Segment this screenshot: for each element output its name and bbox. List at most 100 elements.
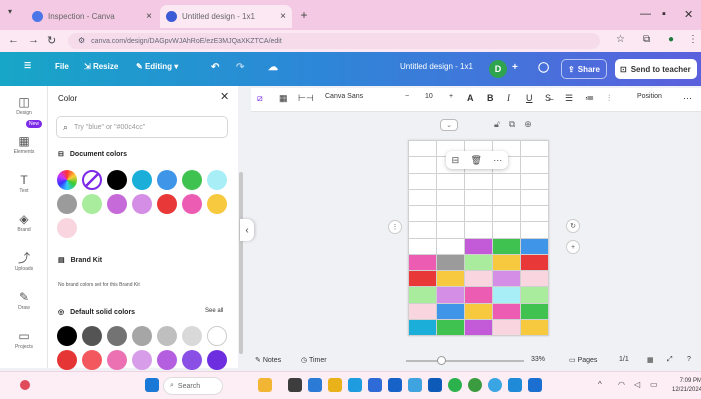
table-cell[interactable]	[520, 139, 549, 158]
table-cell[interactable]	[464, 188, 493, 207]
see-all-link[interactable]: See all	[205, 308, 223, 314]
store-icon[interactable]	[368, 378, 382, 392]
rail-item-draw[interactable]: ✎ Draw	[0, 291, 48, 311]
document-color-swatch[interactable]	[182, 194, 202, 214]
default-color-swatch[interactable]	[132, 326, 152, 346]
table-cell[interactable]	[492, 286, 521, 304]
no-color-swatch-icon[interactable]	[82, 170, 102, 190]
table-cell[interactable]	[408, 188, 437, 207]
default-color-swatch[interactable]	[182, 326, 202, 346]
strikethrough-icon[interactable]: S̶	[545, 93, 551, 103]
table-cell[interactable]	[436, 302, 465, 320]
default-color-swatch[interactable]	[207, 326, 227, 346]
table-cell[interactable]	[408, 172, 437, 190]
collapse-panel-button[interactable]: ‹	[240, 219, 254, 241]
table-cell[interactable]	[492, 269, 521, 288]
table-cell[interactable]	[492, 172, 521, 190]
document-color-swatch[interactable]	[157, 170, 177, 190]
table-cell[interactable]	[520, 269, 549, 288]
document-color-swatch[interactable]	[207, 194, 227, 214]
table-grid[interactable]	[408, 139, 549, 337]
browser-tab-2[interactable]: Untitled design - 1x1 ×	[160, 5, 292, 28]
table-cell[interactable]	[408, 237, 437, 255]
teams-icon[interactable]	[508, 378, 522, 392]
table-cell[interactable]	[520, 156, 549, 174]
font-selector[interactable]: Canva Sans	[325, 93, 363, 100]
document-color-swatch[interactable]	[182, 170, 202, 190]
table-cell[interactable]	[436, 188, 465, 207]
table-cell[interactable]	[436, 269, 465, 288]
share-button[interactable]: ⇪ Share	[561, 59, 607, 79]
design-page[interactable]	[408, 139, 549, 337]
comments-icon[interactable]: ◯	[538, 62, 549, 73]
color-picker-icon[interactable]: ⧄	[257, 93, 263, 104]
default-color-swatch[interactable]	[182, 350, 202, 370]
tab-search-icon[interactable]: ▾	[8, 8, 12, 16]
panel-scrollbar[interactable]	[239, 172, 243, 354]
add-page-icon[interactable]: ⊕	[524, 119, 532, 130]
table-cell[interactable]	[464, 172, 493, 190]
align-icon[interactable]: ☰	[565, 93, 573, 104]
document-color-swatch[interactable]	[82, 194, 102, 214]
browser-tab-1[interactable]: Inspection - Canva ×	[26, 5, 158, 28]
document-color-swatch[interactable]	[57, 218, 77, 238]
duplicate-page-icon[interactable]: ⧉	[509, 119, 515, 130]
document-title[interactable]: Untitled design - 1x1	[400, 62, 473, 71]
table-cell[interactable]	[408, 318, 437, 337]
table-cell[interactable]	[520, 253, 549, 272]
table-cell[interactable]	[520, 286, 549, 304]
table-cell[interactable]	[464, 318, 493, 337]
position-button[interactable]: Position	[637, 93, 662, 100]
forward-icon[interactable]: →	[28, 34, 39, 46]
effects-icon[interactable]: ⫶	[608, 93, 610, 104]
table-cell[interactable]	[408, 302, 437, 320]
rail-item-uploads[interactable]: ⤴ Uploads	[0, 252, 48, 272]
default-color-swatch[interactable]	[132, 350, 152, 370]
widgets-icon[interactable]	[20, 380, 30, 390]
profile-icon[interactable]: ●	[668, 34, 674, 45]
mail-icon[interactable]	[388, 378, 402, 392]
document-color-swatch[interactable]	[57, 194, 77, 214]
help-icon[interactable]: ?	[687, 356, 691, 363]
resize-button[interactable]: ⇲ Resize	[84, 62, 118, 71]
document-color-swatch[interactable]	[107, 170, 127, 190]
rail-item-design[interactable]: ◫ Design	[0, 96, 48, 116]
new-tab-icon[interactable]: +	[296, 7, 312, 23]
table-cell[interactable]	[408, 286, 437, 304]
table-cell[interactable]	[408, 269, 437, 288]
minimize-icon[interactable]: —	[640, 8, 651, 20]
font-size-input[interactable]: 10	[425, 93, 433, 100]
menu-icon[interactable]: ☰	[24, 62, 31, 70]
editing-mode-button[interactable]: ✎ Editing ▾	[136, 62, 178, 71]
fullscreen-icon[interactable]: ⤢	[667, 356, 673, 364]
undo-icon[interactable]: ↶	[211, 62, 219, 73]
file-explorer-icon[interactable]	[308, 378, 322, 392]
cloud-sync-icon[interactable]: ☁	[268, 62, 278, 73]
table-cell[interactable]	[464, 221, 493, 239]
spotify-icon[interactable]	[448, 378, 462, 392]
table-cell[interactable]	[436, 253, 465, 272]
tab-close-icon[interactable]: ×	[146, 11, 152, 22]
chrome-icon[interactable]	[468, 378, 482, 392]
rail-item-brand[interactable]: ◈ Brand	[0, 213, 48, 233]
lock-icon[interactable]: 🔓︎	[494, 119, 500, 130]
bold-icon[interactable]: B	[487, 93, 494, 103]
font-size-increase-icon[interactable]: +	[449, 93, 453, 100]
table-cell[interactable]	[520, 188, 549, 207]
table-cell[interactable]	[492, 318, 521, 337]
rail-item-text[interactable]: T Text	[0, 174, 48, 194]
table-cell[interactable]	[408, 156, 437, 174]
default-color-swatch[interactable]	[207, 350, 227, 370]
add-color-picker-icon[interactable]	[57, 170, 77, 190]
document-color-swatch[interactable]	[157, 194, 177, 214]
rail-item-elements[interactable]: ▦ Elements	[0, 135, 48, 155]
photos-icon[interactable]	[408, 378, 422, 392]
document-color-swatch[interactable]	[107, 194, 127, 214]
spacing-icon[interactable]: ⊢⊣	[298, 93, 314, 104]
file-menu[interactable]: File	[55, 62, 69, 71]
document-color-swatch[interactable]	[207, 170, 227, 190]
grid-view-icon[interactable]: ▦	[647, 356, 654, 364]
table-cell[interactable]	[464, 204, 493, 223]
send-to-teacher-button[interactable]: ⊡ Send to teacher	[615, 59, 697, 79]
bookmark-star-icon[interactable]: ☆	[616, 34, 625, 45]
